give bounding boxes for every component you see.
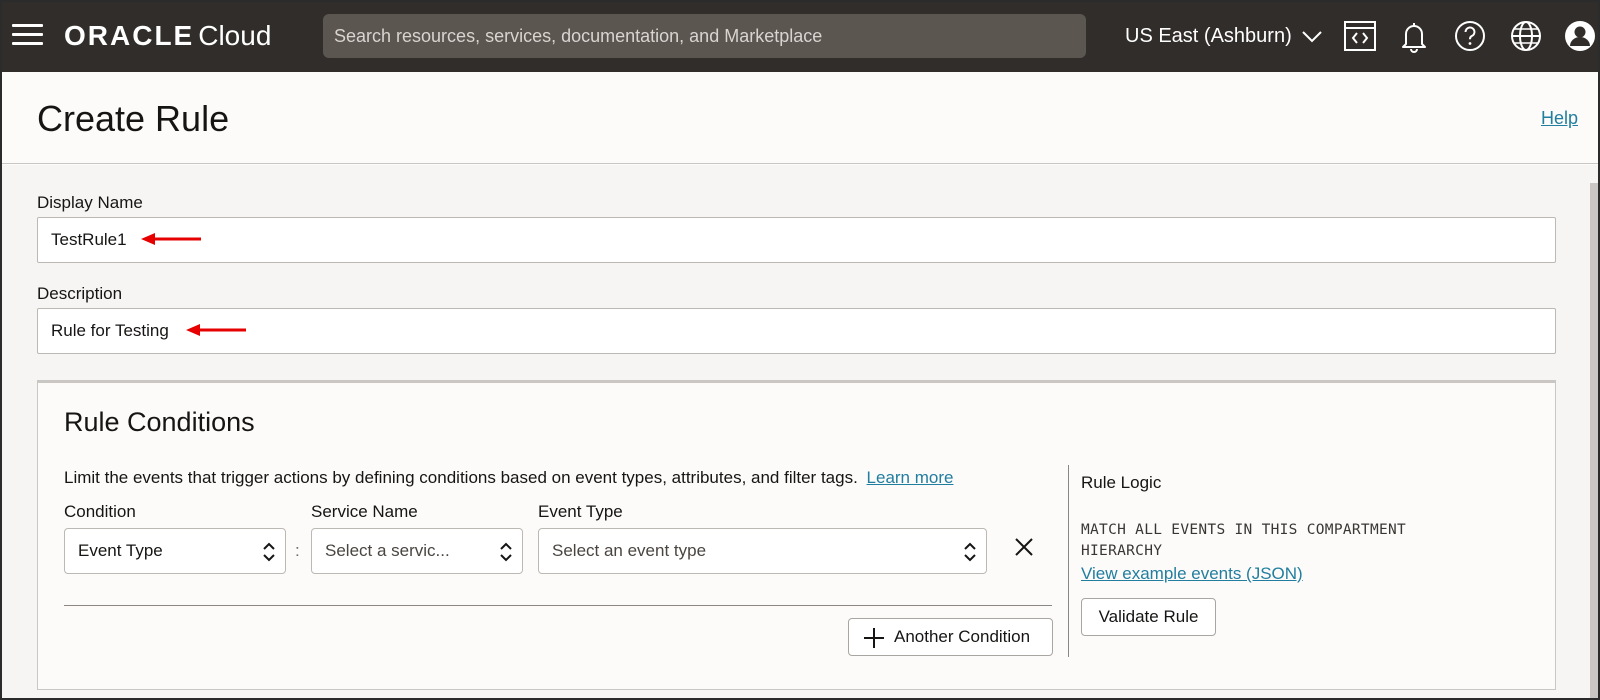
select-updown-icon: [964, 542, 976, 562]
chevron-down-icon: [1302, 31, 1323, 43]
scrollbar[interactable]: [1590, 183, 1598, 698]
bell-icon[interactable]: [1396, 18, 1432, 54]
top-navigation-bar: ORACLE Cloud Search resources, services, …: [0, 0, 1600, 72]
annotation-arrow-icon: [186, 324, 246, 336]
another-condition-button[interactable]: Another Condition: [848, 618, 1053, 656]
menu-icon[interactable]: [12, 24, 43, 48]
display-name-input[interactable]: TestRule1: [37, 217, 1556, 263]
select-updown-icon: [263, 542, 275, 562]
page-title: Create Rule: [37, 98, 230, 139]
rule-logic-divider: [1068, 465, 1069, 657]
rule-conditions-panel: Rule Conditions Limit the events that tr…: [37, 380, 1556, 690]
plus-icon: [864, 628, 884, 648]
learn-more-link[interactable]: Learn more: [867, 468, 954, 487]
condition-label: Condition: [64, 502, 136, 521]
description-value: Rule for Testing: [51, 321, 169, 340]
description-label: Description: [37, 284, 123, 303]
code-editor-icon[interactable]: [1342, 18, 1378, 54]
rule-logic-code-line: HIERARCHY: [1081, 543, 1163, 559]
global-search-input[interactable]: Search resources, services, documentatio…: [323, 14, 1086, 58]
help-link[interactable]: Help: [1541, 108, 1578, 129]
event-type-label: Event Type: [538, 502, 623, 521]
view-example-events-link[interactable]: View example events (JSON): [1081, 564, 1303, 584]
service-name-select-value: Select a servic...: [325, 541, 450, 560]
page-header: Create Rule Help: [2, 72, 1598, 164]
service-name-select[interactable]: Select a servic...: [311, 528, 523, 574]
region-selector[interactable]: US East (Ashburn): [1125, 20, 1323, 52]
condition-separator: :: [295, 541, 300, 560]
remove-condition-close-icon[interactable]: [1013, 536, 1035, 558]
annotation-arrow-icon: [141, 233, 201, 245]
description-input[interactable]: Rule for Testing: [37, 308, 1556, 354]
region-label: US East (Ashburn): [1125, 25, 1292, 47]
event-type-select[interactable]: Select an event type: [538, 528, 987, 574]
user-icon[interactable]: [1562, 18, 1598, 54]
help-icon[interactable]: [1452, 18, 1488, 54]
service-name-label: Service Name: [311, 502, 418, 521]
oracle-cloud-logo[interactable]: ORACLE Cloud: [64, 18, 271, 54]
rule-conditions-title: Rule Conditions: [64, 407, 255, 437]
conditions-description-text: Limit the events that trigger actions by…: [64, 468, 858, 487]
conditions-description: Limit the events that trigger actions by…: [64, 468, 953, 488]
select-updown-icon: [500, 542, 512, 562]
another-condition-label: Another Condition: [894, 627, 1031, 646]
display-name-label: Display Name: [37, 193, 143, 212]
rule-logic-code: MATCH ALL EVENTS IN THIS COMPARTMENT HIE…: [1081, 520, 1481, 562]
display-name-value: TestRule1: [51, 230, 127, 249]
event-type-select-value: Select an event type: [552, 541, 707, 560]
create-rule-form: Display Name TestRule1 Description Rule …: [2, 165, 1598, 698]
conditions-divider: [64, 605, 1052, 606]
rule-logic-label: Rule Logic: [1081, 473, 1162, 492]
validate-rule-button[interactable]: Validate Rule: [1081, 598, 1216, 636]
condition-select-value: Event Type: [78, 541, 163, 560]
brand-primary: ORACLE: [64, 20, 195, 51]
brand-secondary: Cloud: [198, 20, 272, 51]
condition-select[interactable]: Event Type: [64, 528, 286, 574]
globe-icon[interactable]: [1508, 18, 1544, 54]
rule-logic-code-line: MATCH ALL EVENTS IN THIS COMPARTMENT: [1081, 522, 1407, 538]
